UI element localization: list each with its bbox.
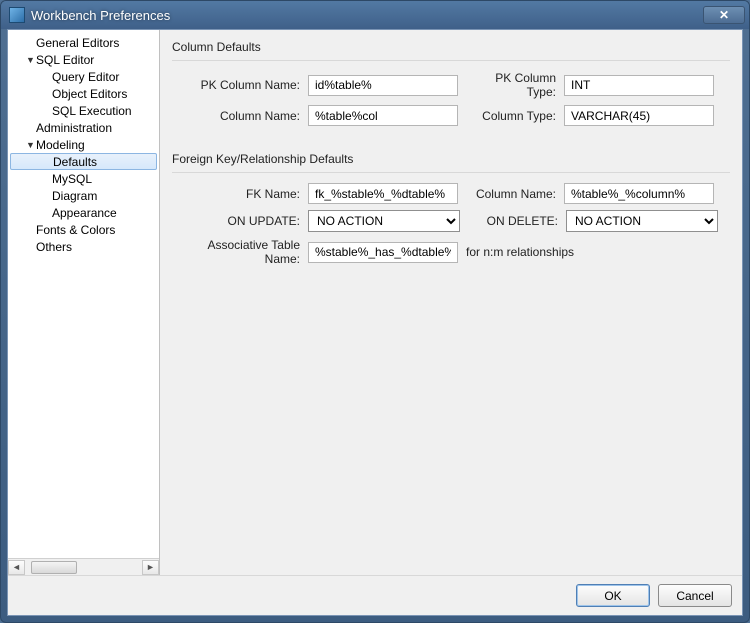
tree-item-label: Administration bbox=[36, 121, 112, 135]
pk-column-type-label: PK Column Type: bbox=[466, 71, 556, 99]
form-row: ON UPDATE: NO ACTION ON DELETE: NO ACTIO… bbox=[172, 210, 730, 232]
tree-item-fonts-colors[interactable]: Fonts & Colors bbox=[8, 221, 159, 238]
tree-item-label: Defaults bbox=[53, 155, 97, 169]
fk-defaults-title: Foreign Key/Relationship Defaults bbox=[172, 152, 730, 166]
assoc-table-label: Associative Table Name: bbox=[172, 238, 300, 266]
window-title: Workbench Preferences bbox=[31, 8, 703, 23]
column-type-label: Column Type: bbox=[466, 109, 556, 123]
tree-item-label: Diagram bbox=[52, 189, 97, 203]
close-icon: ✕ bbox=[719, 8, 729, 22]
form-row: FK Name: Column Name: bbox=[172, 183, 730, 204]
button-bar: OK Cancel bbox=[8, 575, 742, 615]
close-button[interactable]: ✕ bbox=[703, 6, 745, 24]
assoc-note: for n:m relationships bbox=[466, 245, 574, 259]
tree-item-label: SQL Editor bbox=[36, 53, 94, 67]
scroll-thumb[interactable] bbox=[31, 561, 77, 574]
fk-name-label: FK Name: bbox=[172, 187, 300, 201]
scroll-track[interactable] bbox=[25, 560, 142, 575]
titlebar[interactable]: Workbench Preferences ✕ bbox=[1, 1, 749, 29]
disclosure-expanded-icon[interactable]: ▼ bbox=[26, 55, 36, 65]
tree-item-mysql[interactable]: MySQL bbox=[8, 170, 159, 187]
disclosure-expanded-icon[interactable]: ▼ bbox=[26, 140, 36, 150]
column-defaults-title: Column Defaults bbox=[172, 40, 730, 54]
tree-item-label: Fonts & Colors bbox=[36, 223, 115, 237]
tree-item-label: Modeling bbox=[36, 138, 85, 152]
form-row: PK Column Name: PK Column Type: bbox=[172, 71, 730, 99]
form-row: Associative Table Name: for n:m relation… bbox=[172, 238, 730, 266]
tree-item-object-editors[interactable]: Object Editors bbox=[8, 85, 159, 102]
form-row: Column Name: Column Type: bbox=[172, 105, 730, 126]
on-delete-select[interactable]: NO ACTION bbox=[566, 210, 718, 232]
tree-item-administration[interactable]: Administration bbox=[8, 119, 159, 136]
tree-item-label: MySQL bbox=[52, 172, 92, 186]
tree-item-label: Query Editor bbox=[52, 70, 119, 84]
tree-item-defaults[interactable]: Defaults bbox=[10, 153, 157, 170]
tree-item-modeling[interactable]: ▼Modeling bbox=[8, 136, 159, 153]
tree-item-sql-editor[interactable]: ▼SQL Editor bbox=[8, 51, 159, 68]
horizontal-scrollbar[interactable]: ◄ ► bbox=[8, 558, 159, 575]
app-icon bbox=[9, 7, 25, 23]
tree-item-query-editor[interactable]: Query Editor bbox=[8, 68, 159, 85]
fk-name-input[interactable] bbox=[308, 183, 458, 204]
ok-button[interactable]: OK bbox=[576, 584, 650, 607]
pk-column-name-label: PK Column Name: bbox=[172, 78, 300, 92]
preferences-tree[interactable]: General Editors▼SQL EditorQuery EditorOb… bbox=[8, 30, 159, 558]
scroll-left-arrow[interactable]: ◄ bbox=[8, 560, 25, 575]
fk-column-name-input[interactable] bbox=[564, 183, 714, 204]
separator bbox=[172, 60, 730, 61]
client-area: General Editors▼SQL EditorQuery EditorOb… bbox=[7, 29, 743, 616]
on-delete-label: ON DELETE: bbox=[468, 214, 558, 228]
pk-column-name-input[interactable] bbox=[308, 75, 458, 96]
settings-panel: Column Defaults PK Column Name: PK Colum… bbox=[160, 30, 742, 575]
tree-item-others[interactable]: Others bbox=[8, 238, 159, 255]
scroll-right-arrow[interactable]: ► bbox=[142, 560, 159, 575]
tree-item-sql-execution[interactable]: SQL Execution bbox=[8, 102, 159, 119]
column-name-label: Column Name: bbox=[172, 109, 300, 123]
tree-item-label: Others bbox=[36, 240, 72, 254]
tree-item-label: Appearance bbox=[52, 206, 117, 220]
tree-item-label: Object Editors bbox=[52, 87, 127, 101]
separator bbox=[172, 172, 730, 173]
tree-item-label: General Editors bbox=[36, 36, 119, 50]
tree-item-diagram[interactable]: Diagram bbox=[8, 187, 159, 204]
preferences-window: Workbench Preferences ✕ General Editors▼… bbox=[0, 0, 750, 623]
tree-item-general-editors[interactable]: General Editors bbox=[8, 34, 159, 51]
fk-column-name-label: Column Name: bbox=[466, 187, 556, 201]
assoc-table-input[interactable] bbox=[308, 242, 458, 263]
column-type-input[interactable] bbox=[564, 105, 714, 126]
cancel-button[interactable]: Cancel bbox=[658, 584, 732, 607]
on-update-label: ON UPDATE: bbox=[172, 214, 300, 228]
tree-item-appearance[interactable]: Appearance bbox=[8, 204, 159, 221]
split-pane: General Editors▼SQL EditorQuery EditorOb… bbox=[8, 30, 742, 575]
on-update-select[interactable]: NO ACTION bbox=[308, 210, 460, 232]
pk-column-type-input[interactable] bbox=[564, 75, 714, 96]
sidebar: General Editors▼SQL EditorQuery EditorOb… bbox=[8, 30, 160, 575]
column-name-input[interactable] bbox=[308, 105, 458, 126]
tree-item-label: SQL Execution bbox=[52, 104, 132, 118]
